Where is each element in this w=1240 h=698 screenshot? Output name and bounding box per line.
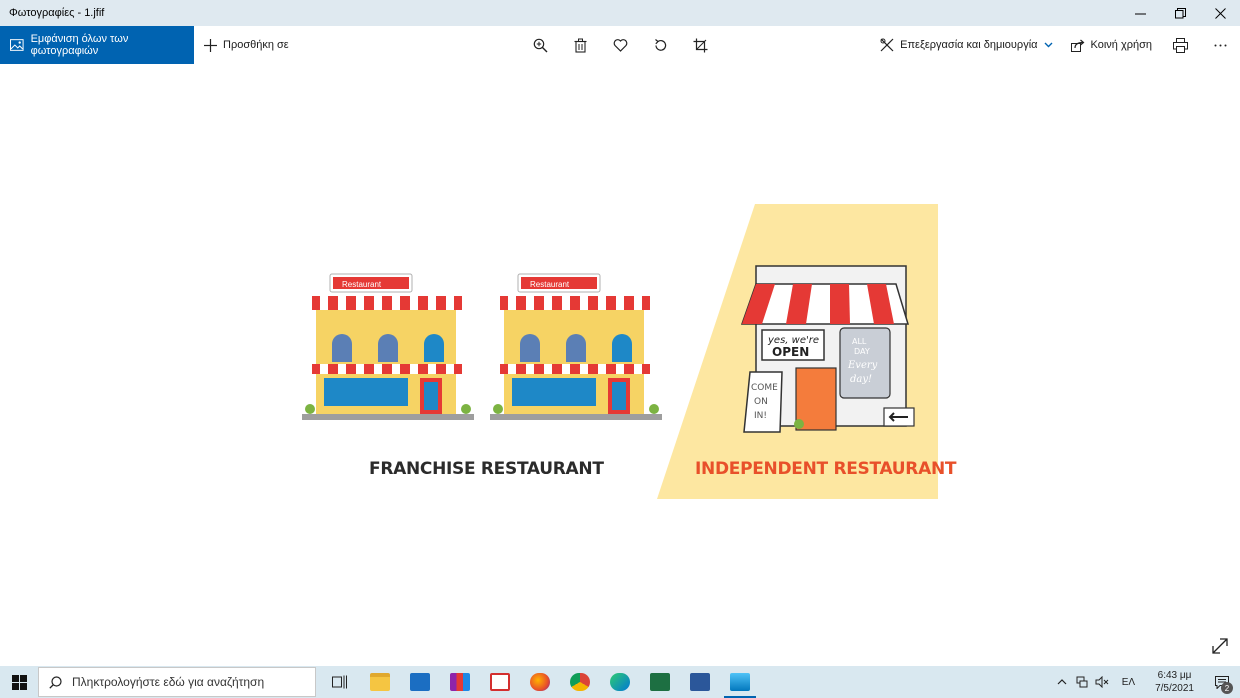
chevron-down-icon — [1044, 42, 1052, 48]
taskbar: Πληκτρολογήστε εδώ για αναζήτηση ΕΛ 6:43… — [0, 666, 1240, 698]
task-view-button[interactable] — [320, 666, 360, 698]
show-hidden-icons-button[interactable] — [1052, 666, 1072, 698]
view-all-photos-button[interactable]: Εμφάνιση όλων των φωτογραφιών — [0, 26, 194, 64]
excel-icon — [650, 673, 670, 691]
notification-count-badge: 2 — [1221, 682, 1233, 694]
delete-button[interactable] — [560, 26, 600, 64]
restore-button[interactable] — [1160, 0, 1200, 26]
crop-button[interactable] — [680, 26, 720, 64]
photos-app-icon — [730, 673, 750, 691]
taskbar-app-mail[interactable] — [400, 666, 440, 698]
taskbar-search-input[interactable]: Πληκτρολογήστε εδώ για αναζήτηση — [38, 667, 316, 697]
mail-icon — [410, 673, 430, 691]
more-icon — [1214, 44, 1226, 46]
close-icon — [1214, 7, 1226, 19]
pdf-icon — [490, 673, 510, 691]
photos-icon — [10, 39, 24, 51]
window-text-1: ALL — [852, 337, 867, 346]
archive-icon — [450, 673, 470, 691]
start-button[interactable] — [0, 666, 38, 698]
independent-shop: yes, we're OPEN ALL DAY Every day! COME … — [740, 265, 915, 433]
word-icon — [690, 673, 710, 691]
chrome-icon — [570, 673, 590, 691]
taskbar-app-photos[interactable] — [720, 666, 760, 698]
printer-icon — [1172, 37, 1188, 53]
sign-label-1: Restaurant — [342, 280, 382, 289]
restore-icon — [1174, 7, 1186, 18]
search-icon — [49, 675, 62, 689]
close-button[interactable] — [1200, 0, 1240, 26]
window-text-2: DAY — [854, 347, 870, 356]
window-title: Φωτογραφίες - 1.jfif — [9, 7, 105, 19]
window-text-4: day! — [850, 374, 872, 385]
view-all-label: Εμφάνιση όλων των φωτογραφιών — [30, 33, 129, 57]
task-view-icon — [332, 675, 347, 689]
image-tools — [520, 26, 720, 64]
network-button[interactable] — [1072, 666, 1092, 698]
plus-icon — [204, 38, 217, 52]
clock-time: 6:43 μμ — [1157, 670, 1192, 681]
zoom-in-icon — [533, 38, 547, 52]
app-toolbar: Εμφάνιση όλων των φωτογραφιών Προσθήκη σ… — [0, 26, 1240, 64]
taskbar-app-edge[interactable] — [600, 666, 640, 698]
edit-create-icon — [880, 38, 894, 52]
rotate-button[interactable] — [640, 26, 680, 64]
action-center-button[interactable]: 2 — [1204, 666, 1240, 698]
folder-icon — [370, 673, 390, 691]
language-indicator[interactable]: ΕΛ — [1112, 677, 1145, 688]
minimize-button[interactable] — [1120, 0, 1160, 26]
rotate-icon — [654, 38, 666, 51]
favorite-button[interactable] — [600, 26, 640, 64]
zoom-button[interactable] — [520, 26, 560, 64]
network-icon — [1076, 676, 1088, 688]
taskbar-app-pdf-reader[interactable] — [480, 666, 520, 698]
firefox-icon — [530, 673, 550, 691]
board-text-2: ON — [754, 397, 768, 407]
print-button[interactable] — [1160, 26, 1200, 64]
shop-sign-bottom: OPEN — [772, 345, 809, 359]
taskbar-app-chrome[interactable] — [560, 666, 600, 698]
board-text-1: COME — [751, 383, 778, 393]
edge-icon — [610, 673, 630, 691]
awning-top-1 — [312, 296, 462, 310]
photo-viewer: Restaurant Restaurant yes, we're OPEN AL… — [0, 64, 1240, 666]
title-bar: Φωτογραφίες - 1.jfif — [0, 0, 1240, 26]
sign-label-2: Restaurant — [530, 280, 570, 289]
add-to-label: Προσθήκη σε — [223, 39, 289, 51]
taskbar-app-excel[interactable] — [640, 666, 680, 698]
fullscreen-icon[interactable] — [1210, 636, 1230, 656]
volume-button[interactable] — [1092, 666, 1112, 698]
taskbar-app-winrar[interactable] — [440, 666, 480, 698]
restaurant-image: Restaurant Restaurant yes, we're OPEN AL… — [302, 204, 938, 499]
trash-icon — [574, 38, 586, 53]
minimize-icon — [1134, 13, 1146, 14]
search-placeholder: Πληκτρολογήστε εδώ για αναζήτηση — [72, 675, 265, 689]
share-icon — [1070, 39, 1084, 52]
taskbar-app-word[interactable] — [680, 666, 720, 698]
add-to-button[interactable]: Προσθήκη σε — [204, 38, 289, 52]
heart-icon — [613, 38, 627, 52]
taskbar-app-file-explorer[interactable] — [360, 666, 400, 698]
right-toolbar: Επεξεργασία και δημιουργία Κοινή χρήση — [880, 26, 1240, 64]
share-button[interactable]: Κοινή χρήση — [1070, 39, 1153, 52]
chevron-up-icon — [1057, 679, 1067, 685]
windows-logo-icon — [11, 674, 27, 690]
franchise-building-2: Restaurant — [490, 273, 662, 420]
volume-muted-icon — [1095, 676, 1109, 688]
system-tray: ΕΛ 6:43 μμ 7/5/2021 2 — [1052, 666, 1240, 698]
window-text-3: Every — [847, 360, 878, 371]
board-text-3: IN! — [754, 411, 767, 421]
taskbar-app-firefox[interactable] — [520, 666, 560, 698]
clock-date: 7/5/2021 — [1155, 683, 1194, 694]
edit-create-label: Επεξεργασία και δημιουργία — [900, 39, 1038, 51]
share-label: Κοινή χρήση — [1090, 39, 1153, 51]
crop-icon — [693, 38, 707, 52]
edit-create-button[interactable]: Επεξεργασία και δημιουργία — [880, 38, 1052, 52]
clock[interactable]: 6:43 μμ 7/5/2021 — [1145, 669, 1204, 695]
independent-caption: INDEPENDENT RESTAURANT — [695, 459, 957, 479]
franchise-building-1: Restaurant — [302, 273, 474, 420]
franchise-caption: FRANCHISE RESTAURANT — [369, 459, 604, 479]
more-options-button[interactable] — [1200, 26, 1240, 64]
